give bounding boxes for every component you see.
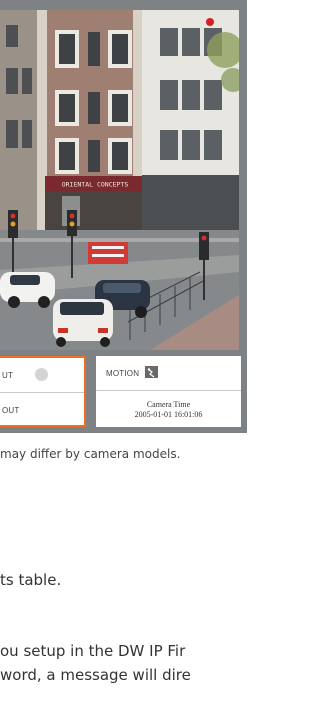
body-text-line: word, a message will dire [0, 666, 191, 684]
camera-time-value: 2005-01-01 16:01:06 [134, 410, 203, 419]
panel-divider [96, 390, 241, 391]
alarm-out-label: OUT [2, 406, 20, 415]
alarm-panel: UT OUT [0, 356, 86, 427]
street-scene-image: ORIENTAL CONCEPTS [0, 10, 239, 350]
panel-divider [0, 392, 84, 393]
status-dot-icon [35, 368, 48, 381]
motion-panel: MOTION Camera Time 2005-01-01 16:01:06 [96, 356, 241, 427]
image-caption: may differ by camera models. [0, 447, 181, 461]
body-text-line: ts table. [0, 571, 62, 589]
motion-label: MOTION [106, 369, 140, 378]
camera-live-image: ORIENTAL CONCEPTS [0, 10, 239, 350]
shop-sign-text: ORIENTAL CONCEPTS [62, 181, 129, 189]
page: ORIENTAL CONCEPTS UT OUT MOTION Camera T… [0, 0, 267, 702]
body-text-line: ou setup in the DW IP Fir [0, 642, 186, 660]
camera-time: Camera Time 2005-01-01 16:01:06 [96, 400, 241, 420]
camera-viewer: ORIENTAL CONCEPTS UT OUT MOTION Camera T… [0, 0, 247, 433]
status-panel-bar: UT OUT MOTION Camera Time 2005-01-01 16:… [0, 356, 241, 427]
motion-icon [145, 366, 158, 378]
camera-time-label: Camera Time [146, 400, 191, 409]
alarm-in-label: UT [2, 371, 14, 380]
